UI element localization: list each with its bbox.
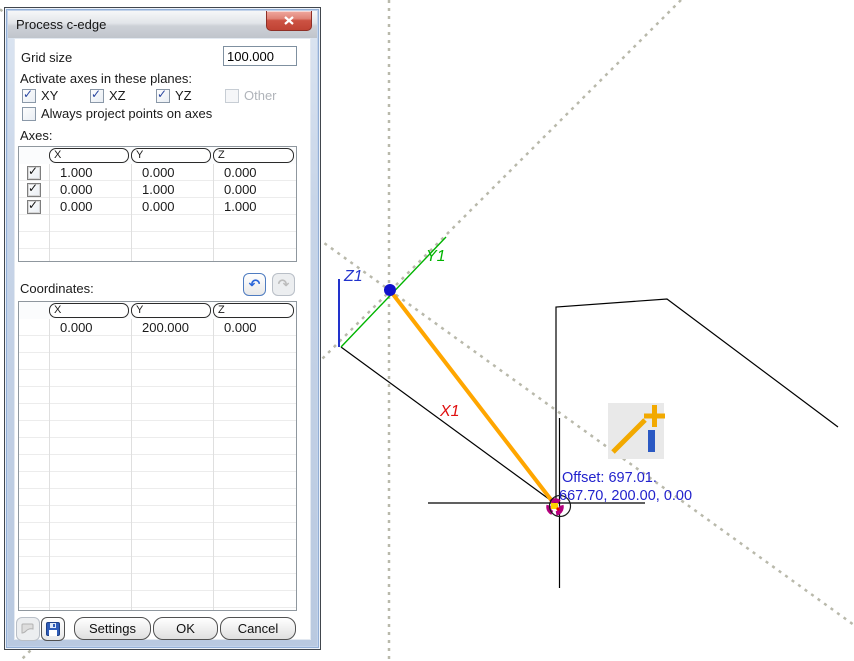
- axes-row3-y[interactable]: 0.000: [131, 199, 213, 215]
- offset-tooltip-line2: 667.70, 200.00, 0.00: [559, 488, 692, 504]
- axes-table-body: 1.000 0.000 0.000 0.000 1.000 0.000 0.00…: [19, 164, 296, 261]
- axes-row1-y[interactable]: 0.000: [131, 165, 213, 181]
- close-icon: [284, 16, 294, 25]
- other-checkbox: [225, 88, 239, 103]
- coordinates-table: X Y Z 0.000 200.000 0.000: [18, 301, 297, 611]
- snap-marker-dot: [556, 507, 560, 511]
- checkbox-yz[interactable]: YZ: [156, 87, 192, 103]
- axes-row2-x[interactable]: 0.000: [49, 182, 131, 198]
- grid-size-label: Grid size: [21, 50, 73, 65]
- axes-row3-checkbox[interactable]: [27, 198, 41, 214]
- process-c-edge-dialog: Process c-edge Grid size Activate axes i…: [4, 7, 321, 650]
- dialog-title: Process c-edge: [16, 17, 107, 32]
- redo-icon: ↷: [277, 276, 290, 293]
- checkbox-always-project[interactable]: Always project points on axes: [22, 106, 212, 121]
- activate-axes-label: Activate axes in these planes:: [20, 71, 192, 86]
- ok-button-label: OK: [176, 621, 195, 636]
- axes-row2-z[interactable]: 0.000: [213, 182, 296, 198]
- axes-row3-x[interactable]: 0.000: [49, 199, 131, 215]
- coordinates-table-row: 0.000 200.000 0.000: [19, 319, 296, 336]
- checkbox-other: Other: [225, 88, 277, 103]
- grid-size-input[interactable]: [223, 46, 297, 66]
- redo-button: ↷: [272, 273, 295, 296]
- axes-table: X Y Z 1.000 0.000 0.000 0.000 1.000 0.00…: [18, 146, 297, 262]
- rubber-band-line: [390, 291, 554, 503]
- ok-button[interactable]: OK: [153, 617, 218, 640]
- axes-table-row: 0.000 1.000 0.000: [19, 181, 296, 198]
- xz-checkbox[interactable]: [90, 87, 104, 103]
- axis-z-label: Z1: [343, 268, 363, 285]
- save-icon: [46, 622, 60, 636]
- close-button[interactable]: [266, 11, 312, 31]
- coord-row1-y[interactable]: 200.000: [131, 320, 213, 336]
- checkbox-xy[interactable]: XY: [22, 87, 59, 103]
- xy-checkbox-label: XY: [41, 88, 59, 103]
- other-checkbox-label: Other: [244, 88, 277, 103]
- part-geometry: [340, 298, 839, 588]
- axes-table-row: 0.000 0.000 1.000: [19, 198, 296, 215]
- axes-row1-x[interactable]: 1.000: [49, 165, 131, 181]
- yz-checkbox-label: YZ: [175, 88, 192, 103]
- axes-section-label: Axes:: [20, 128, 53, 143]
- axes-table-row: 1.000 0.000 0.000: [19, 164, 296, 181]
- yz-checkbox[interactable]: [156, 87, 170, 103]
- axes-table-header: X Y Z: [19, 147, 296, 164]
- settings-button[interactable]: Settings: [74, 617, 151, 640]
- load-icon: [21, 623, 34, 634]
- offset-tooltip: Offset: 697.01. 667.70, 200.00, 0.00: [559, 470, 692, 504]
- checkbox-xz[interactable]: XZ: [90, 87, 126, 103]
- always-project-checkbox[interactable]: [22, 106, 36, 121]
- load-button: [16, 617, 40, 641]
- dialog-client-area: Grid size Activate axes in these planes:…: [14, 38, 311, 641]
- axis-x-line: [340, 346, 554, 503]
- axes-row1-z[interactable]: 0.000: [213, 165, 296, 181]
- axes-row2-y[interactable]: 1.000: [131, 182, 213, 198]
- axis-x-label: X1: [439, 403, 460, 420]
- coordinates-header-corner: [19, 302, 49, 319]
- coord-row1-z[interactable]: 0.000: [213, 320, 296, 336]
- coordinates-column-header-z[interactable]: Z: [213, 303, 294, 318]
- coordinates-column-header-y[interactable]: Y: [131, 303, 211, 318]
- dialog-titlebar[interactable]: Process c-edge: [8, 11, 317, 38]
- axes-column-header-z[interactable]: Z: [213, 148, 294, 163]
- xz-checkbox-label: XZ: [109, 88, 126, 103]
- coordinates-table-header: X Y Z: [19, 302, 296, 319]
- axis-y-label: Y1: [426, 248, 446, 265]
- axes-header-corner: [19, 147, 49, 164]
- anchor-point[interactable]: [384, 284, 396, 296]
- undo-button[interactable]: ↶: [243, 273, 266, 296]
- axes-row2-checkbox[interactable]: [27, 181, 41, 197]
- cursor-tool-icon: [608, 403, 665, 459]
- save-button[interactable]: [41, 617, 65, 641]
- offset-tooltip-line1: Offset: 697.01.: [562, 470, 657, 486]
- undo-icon: ↶: [248, 276, 261, 293]
- coordinates-column-header-x[interactable]: X: [49, 303, 129, 318]
- settings-button-label: Settings: [89, 621, 136, 636]
- axes-column-header-x[interactable]: X: [49, 148, 129, 163]
- axes-row1-checkbox[interactable]: [27, 164, 41, 180]
- xy-checkbox[interactable]: [22, 87, 36, 103]
- cancel-button-label: Cancel: [237, 621, 279, 636]
- always-project-label: Always project points on axes: [41, 106, 213, 121]
- coordinates-table-body: 0.000 200.000 0.000: [19, 319, 296, 610]
- axes-row3-z[interactable]: 1.000: [213, 199, 296, 215]
- axes-column-header-y[interactable]: Y: [131, 148, 211, 163]
- cancel-button[interactable]: Cancel: [220, 617, 296, 640]
- coord-row1-x[interactable]: 0.000: [49, 320, 131, 336]
- coordinates-section-label: Coordinates:: [20, 281, 94, 296]
